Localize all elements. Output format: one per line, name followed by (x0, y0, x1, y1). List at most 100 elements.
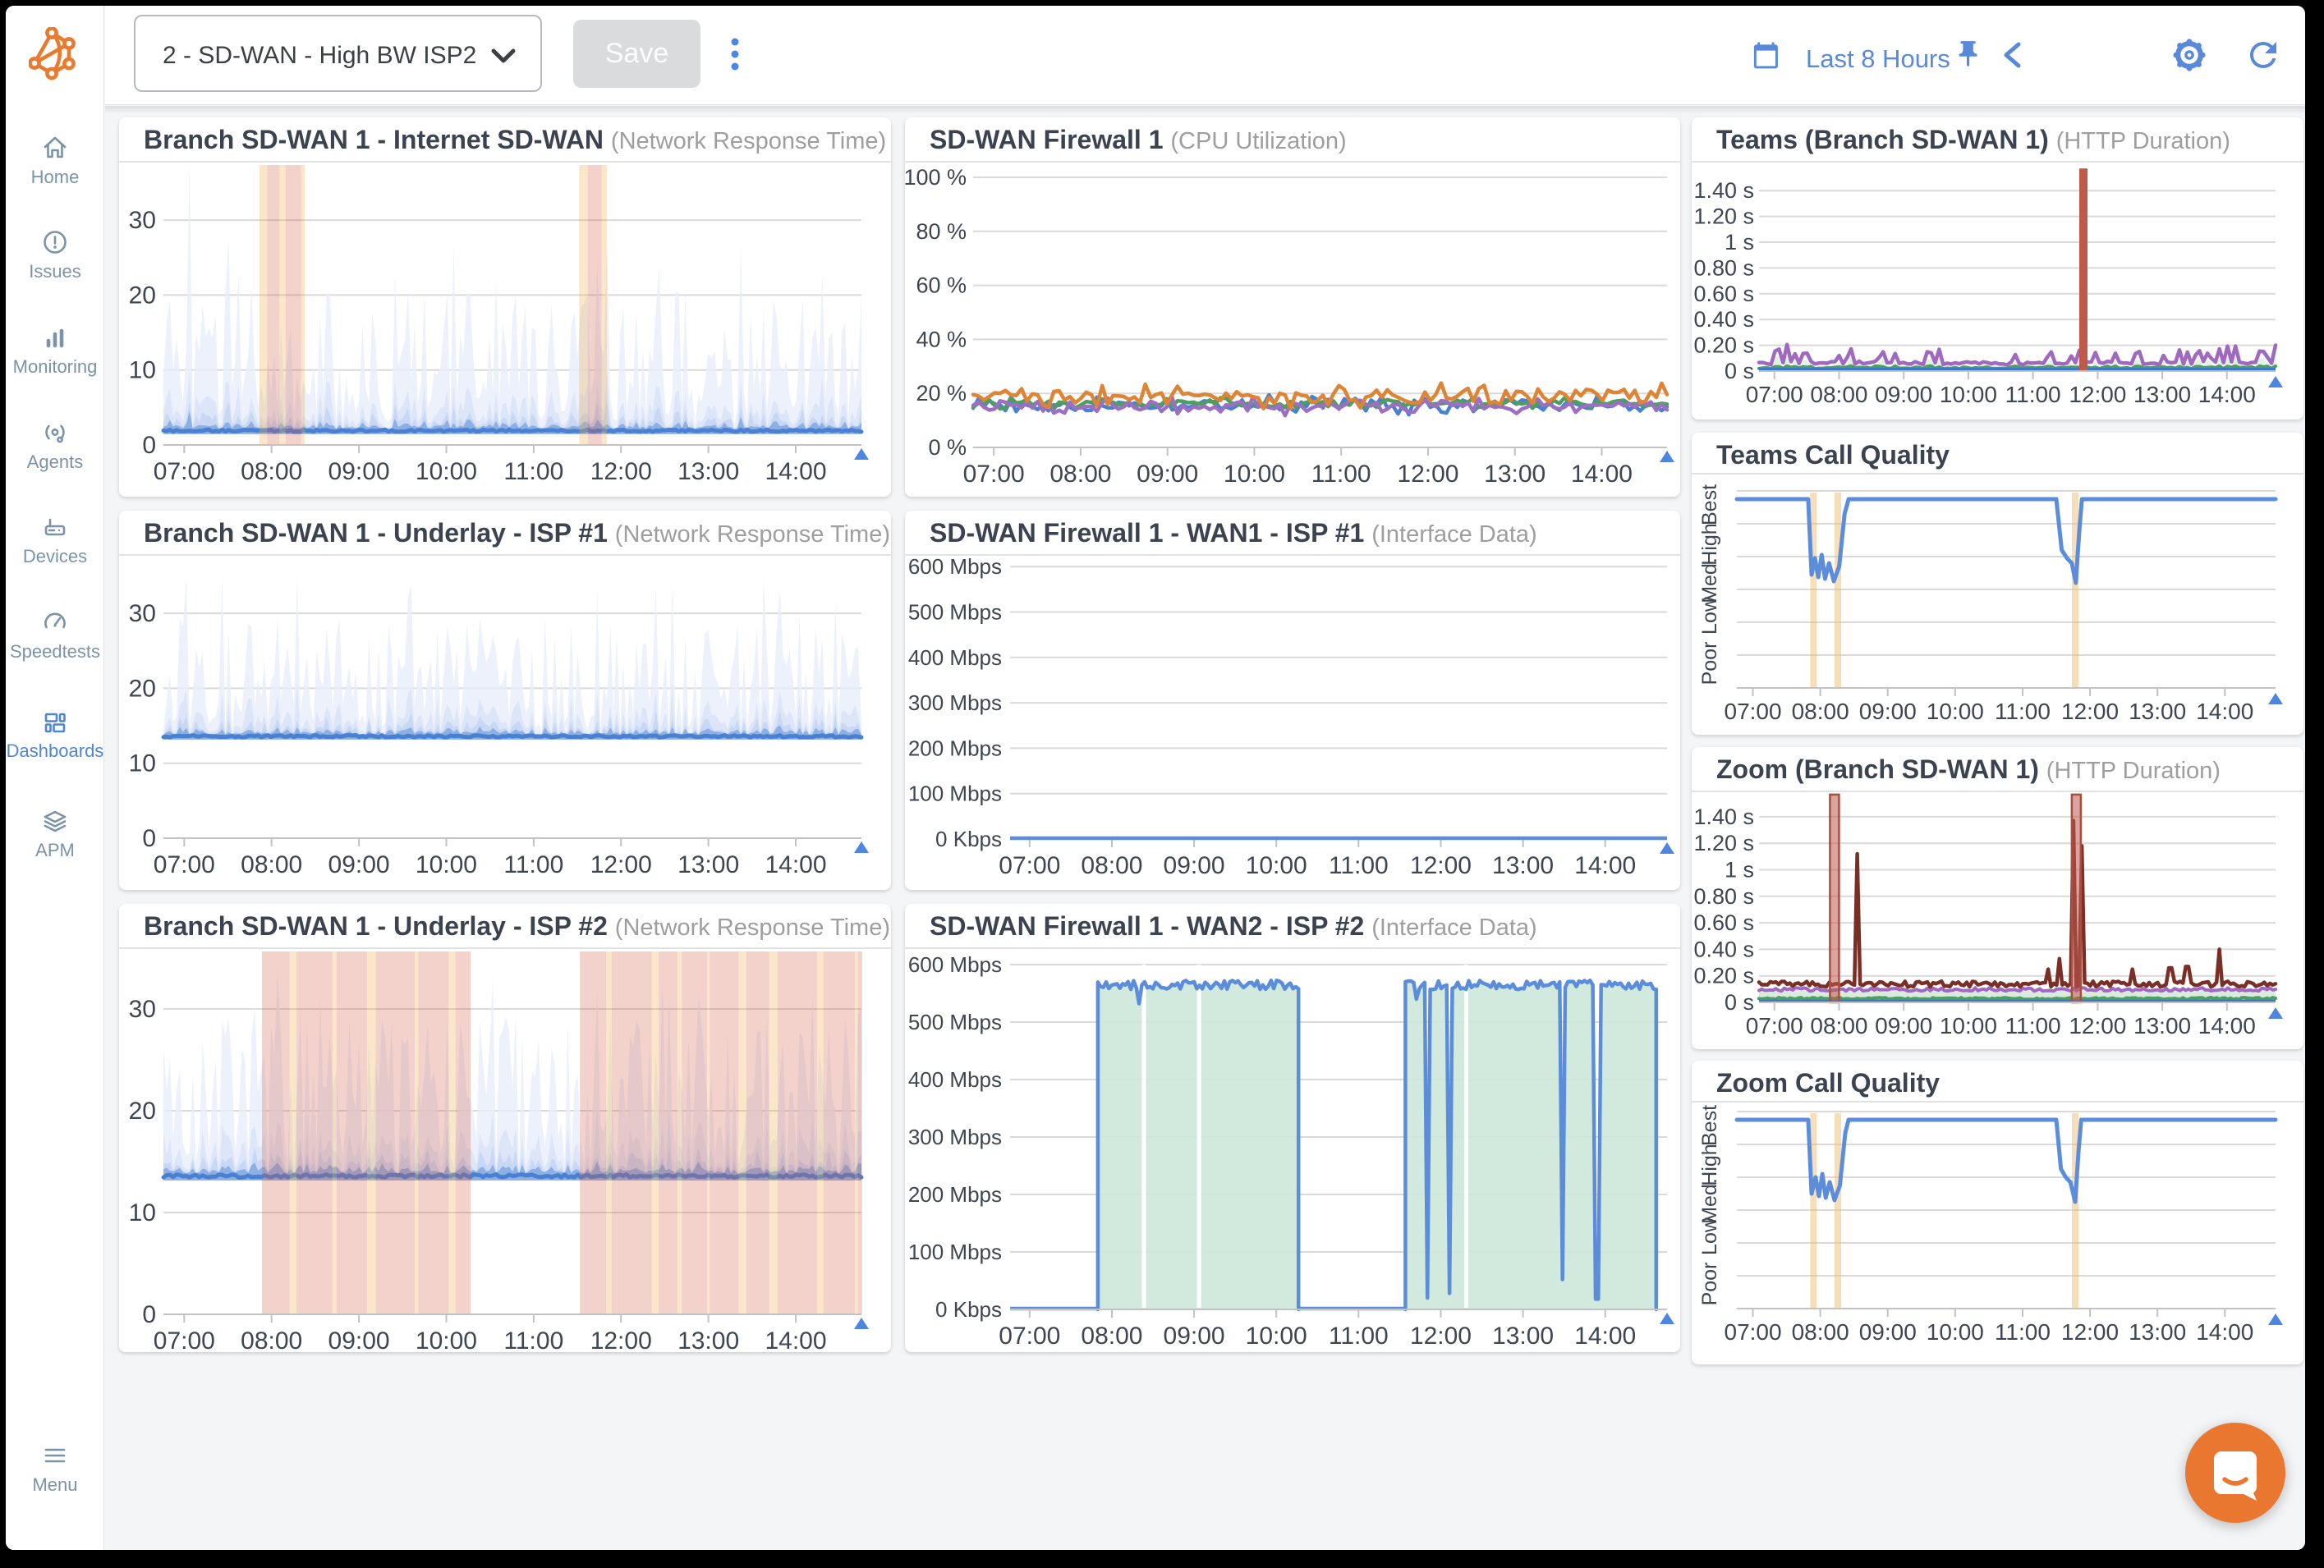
svg-text:0 Kbps: 0 Kbps (935, 1297, 1002, 1322)
svg-text:1.40 s: 1.40 s (1693, 805, 1754, 829)
svg-text:14:00: 14:00 (2196, 699, 2253, 724)
svg-text:13:00: 13:00 (2129, 1319, 2186, 1345)
svg-text:11:00: 11:00 (503, 458, 563, 485)
svg-text:10: 10 (129, 750, 156, 777)
svg-text:1.40 s: 1.40 s (1693, 178, 1754, 203)
svg-text:20: 20 (129, 675, 156, 702)
svg-text:13:00: 13:00 (677, 851, 739, 878)
svg-text:1.20 s: 1.20 s (1693, 204, 1754, 229)
svg-text:08:00: 08:00 (1081, 852, 1142, 879)
svg-text:07:00: 07:00 (999, 852, 1060, 879)
svg-text:07:00: 07:00 (1746, 1013, 1803, 1038)
svg-text:11:00: 11:00 (1995, 699, 2051, 724)
svg-text:11:00: 11:00 (1995, 1319, 2051, 1345)
svg-text:13:00: 13:00 (1484, 461, 1546, 488)
svg-text:0.60 s: 0.60 s (1693, 910, 1754, 935)
svg-text:14:00: 14:00 (1574, 1323, 1636, 1350)
svg-text:13:00: 13:00 (1492, 1323, 1554, 1350)
svg-text:13:00: 13:00 (2133, 1013, 2191, 1038)
svg-text:10:00: 10:00 (416, 458, 477, 485)
svg-text:08:00: 08:00 (1792, 699, 1849, 724)
svg-text:400 Mbps: 400 Mbps (908, 645, 1002, 670)
svg-text:Poor: Poor (1698, 642, 1721, 685)
svg-text:10:00: 10:00 (416, 1327, 477, 1352)
svg-text:0 Kbps: 0 Kbps (935, 827, 1002, 851)
svg-text:09:00: 09:00 (1137, 461, 1198, 488)
svg-text:10:00: 10:00 (1927, 1319, 1984, 1345)
svg-text:1.20 s: 1.20 s (1693, 831, 1754, 855)
svg-text:12:00: 12:00 (1410, 852, 1472, 879)
svg-text:0.20 s: 0.20 s (1693, 964, 1754, 988)
svg-text:12:00: 12:00 (1410, 1323, 1472, 1350)
svg-text:0.20 s: 0.20 s (1693, 333, 1754, 358)
svg-text:09:00: 09:00 (1875, 1013, 1932, 1038)
svg-text:14:00: 14:00 (765, 851, 826, 878)
svg-text:08:00: 08:00 (1792, 1319, 1849, 1345)
svg-text:07:00: 07:00 (154, 851, 215, 878)
svg-text:High: High (1698, 523, 1721, 565)
svg-text:08:00: 08:00 (241, 851, 302, 878)
svg-text:600 Mbps: 600 Mbps (908, 952, 1002, 977)
svg-text:13:00: 13:00 (2129, 699, 2186, 724)
svg-text:0.80 s: 0.80 s (1693, 255, 1754, 280)
svg-text:11:00: 11:00 (503, 851, 563, 878)
svg-text:08:00: 08:00 (1810, 1013, 1867, 1038)
svg-text:200 Mbps: 200 Mbps (908, 1182, 1002, 1207)
svg-text:11:00: 11:00 (1329, 852, 1389, 879)
svg-text:0 s: 0 s (1725, 990, 1754, 1015)
svg-text:Poor: Poor (1698, 1263, 1721, 1306)
svg-text:0: 0 (142, 432, 156, 459)
svg-text:500 Mbps: 500 Mbps (908, 1010, 1002, 1034)
svg-text:12:00: 12:00 (1397, 461, 1458, 488)
svg-text:100 Mbps: 100 Mbps (908, 1240, 1002, 1264)
svg-text:40 %: 40 % (916, 327, 967, 351)
svg-text:08:00: 08:00 (1810, 382, 1867, 407)
svg-text:60 %: 60 % (916, 273, 967, 298)
svg-text:14:00: 14:00 (765, 1327, 826, 1352)
svg-text:09:00: 09:00 (328, 851, 390, 878)
svg-text:500 Mbps: 500 Mbps (908, 600, 1002, 625)
svg-text:07:00: 07:00 (963, 461, 1025, 488)
svg-text:09:00: 09:00 (328, 458, 390, 485)
svg-text:13:00: 13:00 (677, 1327, 739, 1352)
svg-text:12:00: 12:00 (2069, 382, 2126, 407)
svg-text:10:00: 10:00 (1940, 382, 1997, 407)
svg-text:11:00: 11:00 (1329, 1323, 1389, 1350)
svg-text:09:00: 09:00 (1859, 699, 1917, 724)
svg-text:10:00: 10:00 (1940, 1013, 1997, 1038)
svg-text:10:00: 10:00 (1927, 699, 1984, 724)
svg-text:300 Mbps: 300 Mbps (908, 690, 1002, 715)
svg-text:Best: Best (1698, 484, 1721, 525)
svg-text:11:00: 11:00 (2005, 1013, 2061, 1038)
svg-text:Best: Best (1698, 1105, 1721, 1146)
svg-text:08:00: 08:00 (241, 1327, 302, 1352)
svg-text:20: 20 (129, 282, 156, 309)
svg-text:10: 10 (129, 1199, 156, 1226)
svg-text:08:00: 08:00 (241, 458, 302, 485)
svg-text:0 s: 0 s (1725, 359, 1754, 383)
svg-text:07:00: 07:00 (1725, 1319, 1782, 1345)
svg-text:0.40 s: 0.40 s (1693, 307, 1754, 332)
svg-text:Last 8 Hours: Last 8 Hours (1806, 44, 1950, 73)
svg-text:12:00: 12:00 (2061, 699, 2119, 724)
svg-text:100 Mbps: 100 Mbps (908, 782, 1002, 806)
svg-text:07:00: 07:00 (154, 458, 215, 485)
svg-text:0.80 s: 0.80 s (1693, 884, 1754, 909)
svg-text:0: 0 (142, 1301, 156, 1328)
svg-text:09:00: 09:00 (1875, 382, 1932, 407)
svg-text:100 %: 100 % (905, 165, 967, 190)
svg-text:10:00: 10:00 (1246, 852, 1307, 879)
svg-text:600 Mbps: 600 Mbps (908, 554, 1002, 579)
svg-text:12:00: 12:00 (2061, 1319, 2119, 1345)
svg-text:12:00: 12:00 (590, 1327, 652, 1352)
svg-text:09:00: 09:00 (1164, 852, 1225, 879)
svg-text:0.40 s: 0.40 s (1693, 937, 1754, 961)
svg-text:11:00: 11:00 (503, 1327, 563, 1352)
svg-text:14:00: 14:00 (2198, 382, 2256, 407)
svg-text:11:00: 11:00 (2005, 382, 2061, 407)
svg-text:300 Mbps: 300 Mbps (908, 1125, 1002, 1149)
svg-text:09:00: 09:00 (1859, 1319, 1917, 1345)
svg-text:09:00: 09:00 (328, 1327, 390, 1352)
svg-text:14:00: 14:00 (1571, 461, 1633, 488)
svg-text:14:00: 14:00 (2198, 1013, 2256, 1038)
